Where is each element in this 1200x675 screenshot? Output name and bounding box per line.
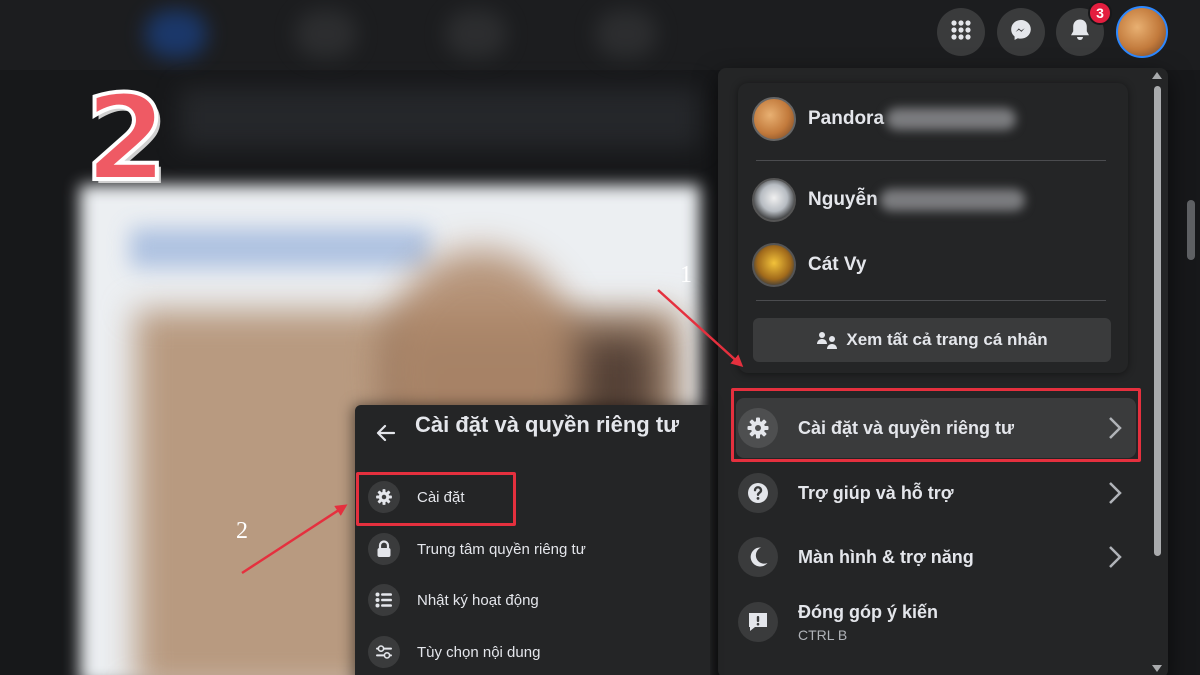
annotation-arrow-1 [657,289,744,368]
annotation-arrows [241,289,744,575]
annotation-arrow-2 [241,504,348,575]
